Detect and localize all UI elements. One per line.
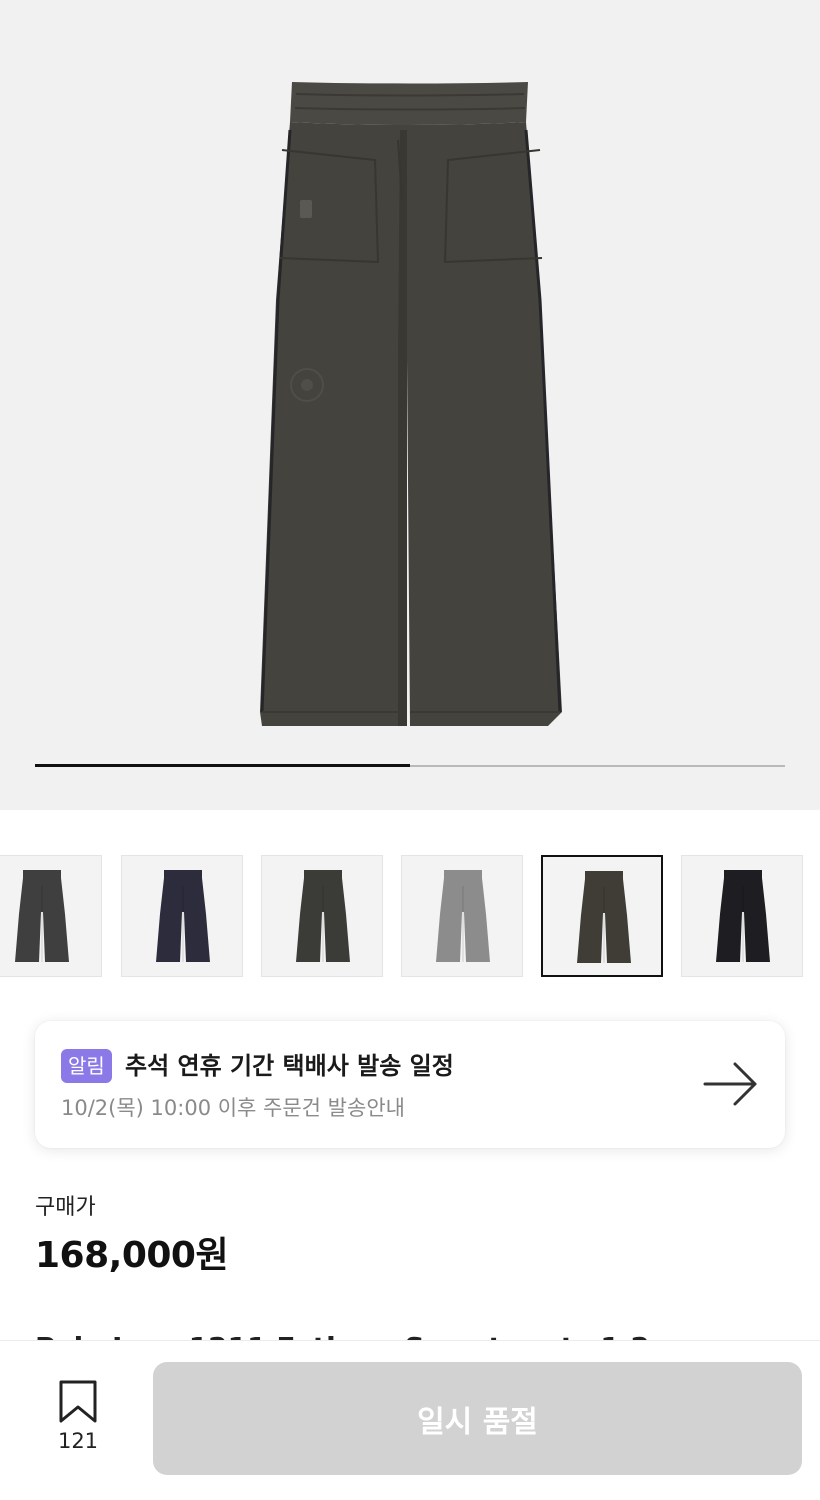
thumbnail-charcoal-green[interactable] xyxy=(261,855,383,977)
image-progress-track xyxy=(35,764,785,767)
thumbnail-navy[interactable] xyxy=(121,855,243,977)
notice-title: 추석 연휴 기간 택배사 발송 일정 xyxy=(125,1052,454,1080)
notice-badge: 알림 xyxy=(61,1049,112,1083)
thumbnail-pants-image xyxy=(716,870,770,962)
thumbnail-pants-image xyxy=(15,870,69,962)
arrow-right-icon[interactable] xyxy=(703,1059,759,1109)
thumbnail-pants-image xyxy=(436,870,490,962)
thumbnail-olive-charcoal[interactable] xyxy=(541,855,663,977)
bottom-action-bar: 121 일시 품절 xyxy=(0,1340,820,1500)
price-label: 구매가 xyxy=(35,1195,96,1220)
soldout-button[interactable]: 일시 품절 xyxy=(153,1362,802,1475)
image-progress-fill xyxy=(35,764,410,767)
thumbnail-gray[interactable] xyxy=(401,855,523,977)
price-value: 168,000원 xyxy=(35,1235,229,1276)
bookmark-count: 121 xyxy=(57,1429,99,1453)
bookmark-button[interactable]: 121 xyxy=(46,1379,110,1459)
thumbnail-pants-image xyxy=(577,871,631,963)
thumbnail-dark-gray[interactable] xyxy=(0,855,102,977)
product-image-carousel[interactable] xyxy=(0,0,820,810)
thumbnail-pants-image xyxy=(156,870,210,962)
notice-card[interactable]: 알림 추석 연휴 기간 택배사 발송 일정 10/2(목) 10:00 이후 주… xyxy=(35,1021,785,1148)
thumbnail-pants-image xyxy=(296,870,350,962)
bookmark-icon xyxy=(59,1380,97,1423)
product-image-pants xyxy=(260,82,562,726)
color-thumbnail-strip[interactable] xyxy=(0,855,820,979)
thumbnail-black[interactable] xyxy=(681,855,803,977)
notice-subtitle: 10/2(목) 10:00 이후 주문건 발송안내 xyxy=(61,1096,405,1120)
